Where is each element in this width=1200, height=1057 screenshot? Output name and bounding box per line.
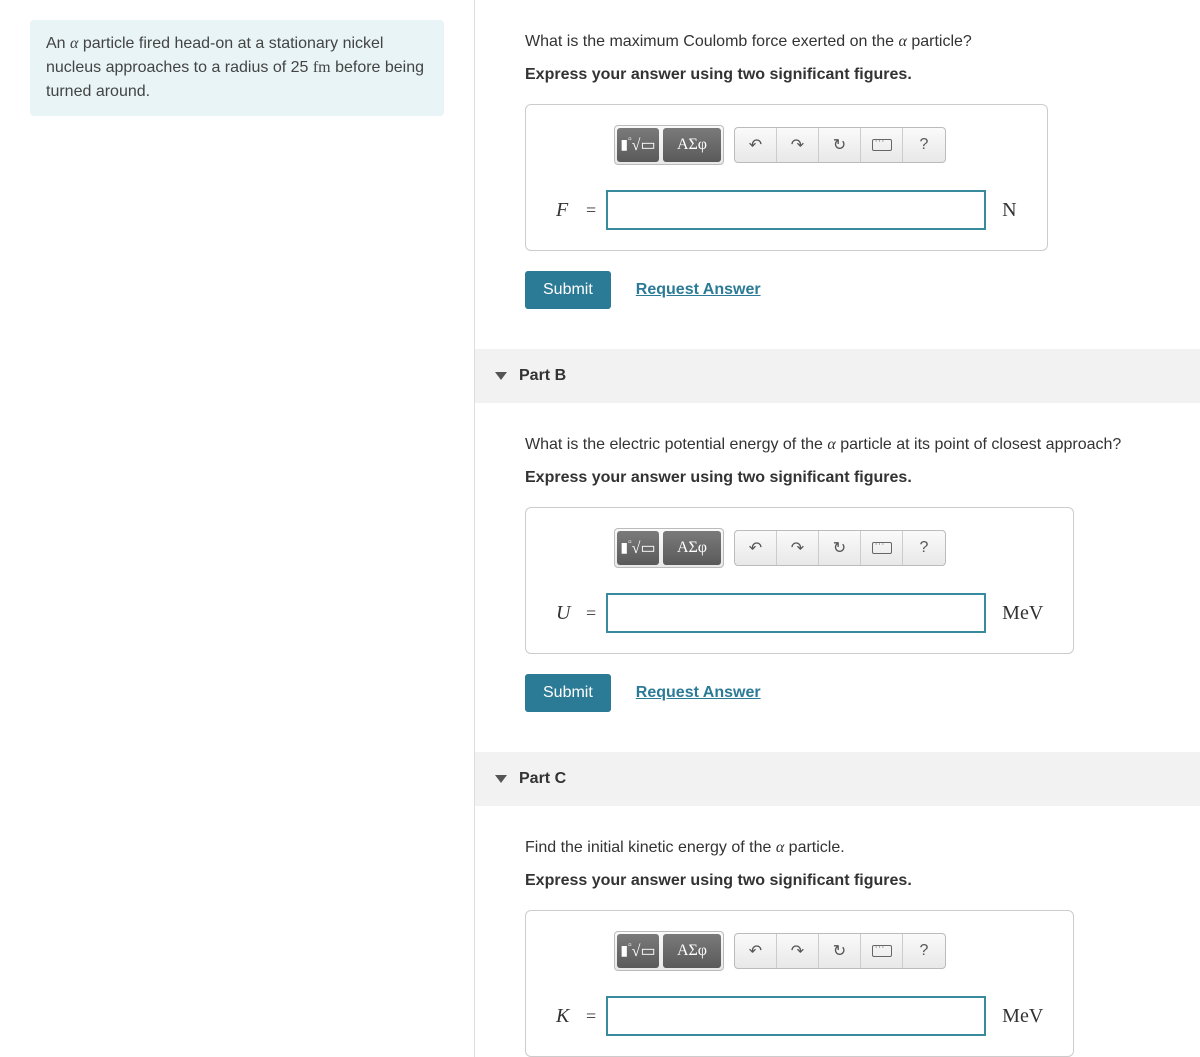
redo-button[interactable]: ↷: [777, 128, 819, 162]
answer-input-a[interactable]: [606, 190, 986, 230]
part-a-question: What is the maximum Coulomb force exerte…: [525, 30, 1170, 54]
reset-button[interactable]: ↻: [819, 128, 861, 162]
input-row: K = MeV: [556, 996, 1043, 1036]
alpha-symbol: α: [776, 839, 784, 856]
unit-label: MeV: [1002, 602, 1043, 625]
part-a-actions: Submit Request Answer: [525, 271, 1170, 309]
part-b-question: What is the electric potential energy of…: [525, 433, 1170, 457]
caret-down-icon: [495, 372, 507, 380]
greek-button[interactable]: ΑΣφ: [663, 531, 721, 565]
part-a-answer-box: ▮▫√▭ ΑΣφ ↶ ↷ ↻ ? F = N: [525, 104, 1048, 251]
toolbar-group-actions: ↶ ↷ ↻ ?: [734, 127, 946, 163]
variable-label: F: [556, 199, 576, 222]
part-c-header[interactable]: Part C: [475, 752, 1200, 806]
part-b-answer-box: ▮▫√▭ ΑΣφ ↶ ↷ ↻ ? U = MeV: [525, 507, 1074, 654]
equation-toolbar: ▮▫√▭ ΑΣφ ↶ ↷ ↻ ?: [556, 125, 1017, 165]
keyboard-button[interactable]: [861, 128, 903, 162]
part-c-instruction: Express your answer using two significan…: [525, 872, 1170, 890]
help-button[interactable]: ?: [903, 128, 945, 162]
help-button[interactable]: ?: [903, 531, 945, 565]
undo-button[interactable]: ↶: [735, 531, 777, 565]
part-b-instruction: Express your answer using two significan…: [525, 469, 1170, 487]
greek-button[interactable]: ΑΣφ: [663, 128, 721, 162]
problem-text: An: [46, 35, 70, 52]
caret-down-icon: [495, 775, 507, 783]
part-a-content: What is the maximum Coulomb force exerte…: [475, 0, 1200, 349]
help-button[interactable]: ?: [903, 934, 945, 968]
undo-button[interactable]: ↶: [735, 934, 777, 968]
part-b-title: Part B: [519, 367, 566, 385]
toolbar-group-actions: ↶ ↷ ↻ ?: [734, 933, 946, 969]
templates-button[interactable]: ▮▫√▭: [617, 531, 659, 565]
input-row: F = N: [556, 190, 1017, 230]
part-b-content: What is the electric potential energy of…: [475, 403, 1200, 752]
redo-button[interactable]: ↷: [777, 531, 819, 565]
variable-label: U: [556, 602, 576, 625]
alpha-symbol: α: [827, 436, 835, 453]
problem-statement: An α particle fired head-on at a station…: [30, 20, 444, 116]
right-column: What is the maximum Coulomb force exerte…: [475, 0, 1200, 1057]
request-answer-link[interactable]: Request Answer: [636, 281, 761, 299]
reset-button[interactable]: ↻: [819, 934, 861, 968]
part-c-question: Find the initial kinetic energy of the α…: [525, 836, 1170, 860]
keyboard-icon: [872, 139, 892, 151]
equals-sign: =: [586, 200, 596, 221]
variable-label: K: [556, 1005, 576, 1028]
keyboard-icon: [872, 542, 892, 554]
keyboard-button[interactable]: [861, 531, 903, 565]
reset-button[interactable]: ↻: [819, 531, 861, 565]
part-b-header[interactable]: Part B: [475, 349, 1200, 403]
toolbar-group-math: ▮▫√▭ ΑΣφ: [614, 931, 724, 971]
part-c-answer-box: ▮▫√▭ ΑΣφ ↶ ↷ ↻ ? K = MeV: [525, 910, 1074, 1057]
part-b-actions: Submit Request Answer: [525, 674, 1170, 712]
redo-button[interactable]: ↷: [777, 934, 819, 968]
templates-button[interactable]: ▮▫√▭: [617, 934, 659, 968]
keyboard-icon: [872, 945, 892, 957]
answer-input-c[interactable]: [606, 996, 986, 1036]
alpha-symbol: α: [899, 33, 907, 50]
left-column: An α particle fired head-on at a station…: [0, 0, 475, 1057]
submit-button[interactable]: Submit: [525, 674, 611, 712]
part-a-instruction: Express your answer using two significan…: [525, 66, 1170, 84]
part-c-content: Find the initial kinetic energy of the α…: [475, 806, 1200, 1057]
unit-fm: fm: [313, 59, 331, 76]
input-row: U = MeV: [556, 593, 1043, 633]
equation-toolbar: ▮▫√▭ ΑΣφ ↶ ↷ ↻ ?: [556, 931, 1043, 971]
equals-sign: =: [586, 1006, 596, 1027]
equals-sign: =: [586, 603, 596, 624]
greek-button[interactable]: ΑΣφ: [663, 934, 721, 968]
unit-label: N: [1002, 199, 1016, 222]
equation-toolbar: ▮▫√▭ ΑΣφ ↶ ↷ ↻ ?: [556, 528, 1043, 568]
toolbar-group-math: ▮▫√▭ ΑΣφ: [614, 125, 724, 165]
templates-button[interactable]: ▮▫√▭: [617, 128, 659, 162]
undo-button[interactable]: ↶: [735, 128, 777, 162]
keyboard-button[interactable]: [861, 934, 903, 968]
request-answer-link[interactable]: Request Answer: [636, 684, 761, 702]
toolbar-group-actions: ↶ ↷ ↻ ?: [734, 530, 946, 566]
toolbar-group-math: ▮▫√▭ ΑΣφ: [614, 528, 724, 568]
part-c-title: Part C: [519, 770, 566, 788]
submit-button[interactable]: Submit: [525, 271, 611, 309]
unit-label: MeV: [1002, 1005, 1043, 1028]
answer-input-b[interactable]: [606, 593, 986, 633]
